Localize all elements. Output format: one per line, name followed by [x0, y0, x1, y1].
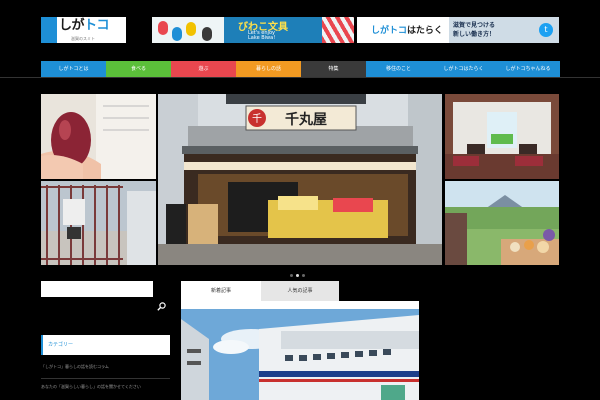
logo-mark: [41, 17, 57, 43]
tab-popular-articles[interactable]: 人気の記事: [261, 281, 339, 301]
shop-sign-mark: 千: [252, 113, 262, 125]
banner-biwako-bungu[interactable]: びわこ文具 Let's enjoy Lake Biwa!: [152, 17, 354, 43]
banner-work-subtitle: 滋賀で見つける 新しい働き方！: [453, 22, 496, 38]
slider-dot[interactable]: [302, 274, 305, 277]
photo-fruit[interactable]: [41, 94, 156, 179]
sidebar-link[interactable]: あなたの「滋賀らしい暮らし」の話を聞かせてください: [41, 384, 141, 390]
mascot-icon: [172, 27, 182, 41]
sidebar-divider: [41, 378, 170, 379]
photo-lakeside-picnic[interactable]: [445, 181, 559, 265]
search-input[interactable]: [41, 281, 153, 297]
mascot-icon: [158, 21, 168, 35]
nav-item[interactable]: しがトコちゃんねる: [496, 61, 560, 77]
tab-new-articles[interactable]: 新着記事: [181, 281, 261, 301]
search-icon[interactable]: [157, 302, 166, 311]
photo-shop-storefront[interactable]: 千 千丸屋: [158, 94, 442, 265]
logo-title: しがトコ: [59, 18, 110, 33]
slider-dot[interactable]: [290, 274, 293, 277]
banner-work-title: しがトコはたらく: [371, 26, 443, 36]
global-nav: しがトコとは 食べる 遊ぶ 暮らしの話 特集 移住のこと しがトコはたらく しがトコちゃんねる: [41, 61, 560, 77]
nav-item[interactable]: 遊ぶ: [171, 61, 236, 77]
nav-item[interactable]: しがトコはたらく: [431, 61, 496, 77]
nav-divider: [0, 77, 600, 78]
article-thumbnail-ferry[interactable]: [181, 309, 419, 400]
logo-tagline: 滋賀のスミト: [71, 36, 95, 41]
site-logo[interactable]: しがトコ 滋賀のスミト: [41, 17, 126, 43]
tab-underline: [181, 301, 419, 309]
mascot-icon: [186, 22, 196, 36]
category-widget: カテゴリー: [41, 335, 170, 355]
sidebar-link[interactable]: 「しがトコ」暮らしの話を読むコラム: [41, 364, 109, 370]
photo-interior[interactable]: [445, 94, 559, 179]
widget-title: カテゴリー: [48, 342, 74, 348]
nav-item[interactable]: しがトコとは: [41, 61, 106, 77]
banner-shigatoko-hataraku[interactable]: しがトコはたらく 滋賀で見つける 新しい働き方！ t: [357, 17, 559, 43]
slider-dot-active[interactable]: [296, 274, 299, 277]
nav-item[interactable]: 暮らしの話: [236, 61, 301, 77]
nav-item[interactable]: 食べる: [106, 61, 171, 77]
twitter-icon[interactable]: t: [539, 23, 553, 37]
nav-item[interactable]: 特集: [301, 61, 366, 77]
banner-biwako-subtitle: Let's enjoy Lake Biwa!: [248, 30, 276, 41]
nav-item[interactable]: 移住のこと: [366, 61, 431, 77]
photo-gate[interactable]: [41, 181, 156, 265]
shop-sign-text: 千丸屋: [285, 111, 327, 128]
banner-stripes: [322, 17, 354, 43]
slider-pagination: [290, 271, 308, 279]
mascot-icon: [202, 27, 212, 41]
